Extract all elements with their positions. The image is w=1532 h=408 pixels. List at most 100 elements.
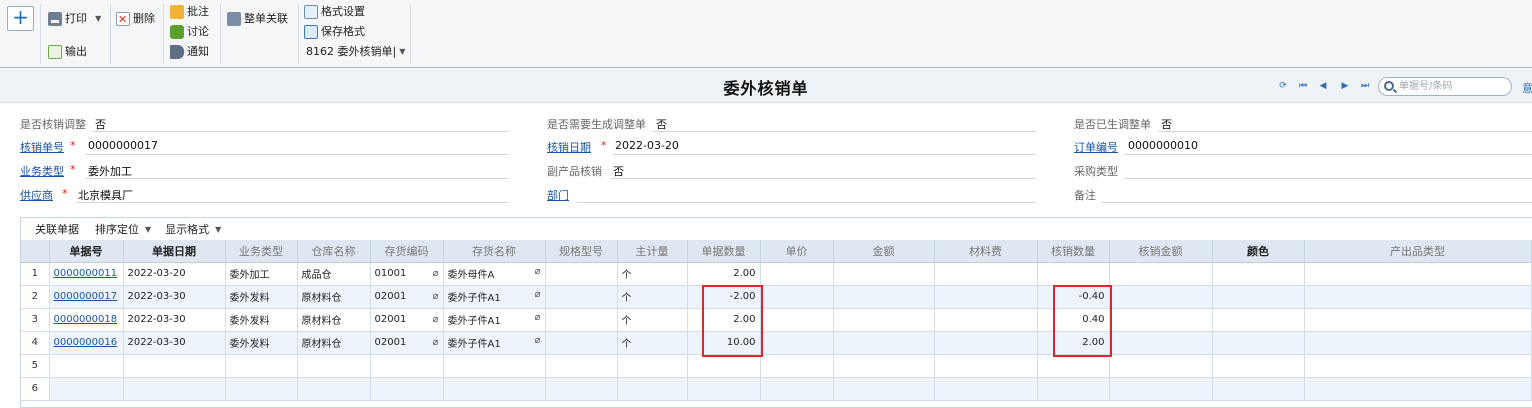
cell-code[interactable]: ⌀ 02001 [370, 285, 444, 309]
cell-wo_amount[interactable] [1109, 285, 1213, 309]
cell-wo_qty[interactable] [1037, 354, 1110, 378]
cell-name[interactable]: ⌀ 委外母件A [443, 262, 546, 286]
cell-output_type[interactable] [1304, 377, 1532, 401]
cell-output_type[interactable] [1304, 308, 1532, 332]
column-header[interactable]: 材料费 [934, 240, 1038, 263]
doc-link[interactable]: 0000000016 [54, 337, 118, 348]
cell-biz[interactable]: 委外发料 [225, 308, 298, 332]
export-button[interactable]: 输出 [48, 43, 87, 61]
cell-wo_amount[interactable] [1109, 308, 1213, 332]
field-writeoff-date[interactable]: 核销日期 * 2022-03-20 [547, 135, 1036, 155]
field-order-no[interactable]: 订单编号 0000000010 [1074, 135, 1532, 155]
cell-unit[interactable]: 个 [617, 262, 688, 286]
cell-date[interactable] [123, 377, 226, 401]
cell-biz[interactable]: 委外加工 [225, 262, 298, 286]
cell-wo_qty[interactable] [1037, 262, 1110, 286]
field-is-adjust[interactable]: 是否核销调整 否 [20, 112, 509, 132]
prev-record-icon[interactable]: ◀ [1318, 81, 1328, 91]
cell-amount[interactable] [833, 354, 935, 378]
cell-material[interactable] [934, 377, 1038, 401]
discuss-button[interactable]: 讨论 [170, 23, 209, 41]
cell-price[interactable] [760, 262, 834, 286]
cell-unit[interactable] [617, 377, 688, 401]
last-record-icon[interactable]: ⏭ [1360, 81, 1370, 91]
cell-spec[interactable] [545, 285, 618, 309]
cell-unit[interactable]: 个 [617, 308, 688, 332]
cell-date[interactable] [123, 354, 226, 378]
refresh-icon[interactable]: ⟳ [1278, 81, 1288, 91]
cell-price[interactable] [760, 377, 834, 401]
cell-price[interactable] [760, 331, 834, 355]
cell-price[interactable] [760, 354, 834, 378]
doc-link[interactable]: 0000000011 [54, 268, 118, 279]
field-department[interactable]: 部门 [547, 183, 1036, 203]
column-header[interactable]: 核销数量 [1037, 240, 1110, 263]
cell-wh[interactable] [297, 377, 371, 401]
cell-biz[interactable] [225, 377, 298, 401]
cell-biz[interactable]: 委外发料 [225, 285, 298, 309]
cell-spec[interactable] [545, 354, 618, 378]
cell-output_type[interactable] [1304, 331, 1532, 355]
cell-code[interactable]: ⌀ 01001 [370, 262, 444, 286]
cell-output_type[interactable] [1304, 354, 1532, 378]
attachment-icon[interactable]: ⌀ [432, 314, 438, 325]
field-remark[interactable]: 备注 [1074, 183, 1532, 203]
field-doc-no[interactable]: 核销单号 * 0000000017 [20, 135, 509, 155]
cell-amount[interactable] [833, 262, 935, 286]
cell-amount[interactable] [833, 308, 935, 332]
column-header[interactable]: 单据号 [49, 240, 124, 263]
cell-name[interactable] [443, 354, 546, 378]
column-header[interactable]: 单据数量 [687, 240, 761, 263]
cell-code[interactable]: ⌀ 02001 [370, 331, 444, 355]
cell-wo_qty[interactable]: 0.40 [1037, 308, 1110, 332]
cell-material[interactable] [934, 285, 1038, 309]
cell-biz[interactable]: 委外发料 [225, 331, 298, 355]
cell-color[interactable] [1212, 331, 1305, 355]
cell-spec[interactable] [545, 331, 618, 355]
table-row[interactable]: 2 0000000017 2022-03-30 委外发料 原材料仓 ⌀ 02001 ⌀ 委外子件… [21, 285, 1532, 309]
notify-button[interactable]: 通知 [170, 43, 209, 61]
add-button[interactable]: + [7, 6, 34, 31]
cell-wo_qty[interactable]: -0.40 [1037, 285, 1110, 309]
column-header[interactable]: 颜色 [1212, 240, 1305, 263]
table-row[interactable]: 5 [21, 354, 1532, 378]
cell-unit[interactable]: 个 [617, 285, 688, 309]
field-adjust-generated[interactable]: 是否已生调整单 否 [1074, 112, 1532, 132]
annotate-button[interactable]: 批注 [170, 3, 209, 21]
cell-price[interactable] [760, 285, 834, 309]
print-button[interactable]: 打印 ▼ [48, 10, 101, 28]
cell-output_type[interactable] [1304, 262, 1532, 286]
column-header[interactable]: 业务类型 [225, 240, 298, 263]
cell-date[interactable]: 2022-03-30 [123, 285, 226, 309]
template-select[interactable]: 8162 委外核销单| ▼ [306, 43, 405, 61]
cell-doc[interactable] [49, 354, 124, 378]
attachment-icon[interactable]: ⌀ [432, 291, 438, 302]
table-row[interactable]: 1 0000000011 2022-03-20 委外加工 成品仓 ⌀ 01001 ⌀ 委外母件A… [21, 262, 1532, 286]
cell-unit[interactable]: 个 [617, 331, 688, 355]
cell-wo_amount[interactable] [1109, 377, 1213, 401]
cell-price[interactable] [760, 308, 834, 332]
cell-color[interactable] [1212, 377, 1305, 401]
cell-doc[interactable] [49, 377, 124, 401]
cell-color[interactable] [1212, 285, 1305, 309]
attachment-icon[interactable]: ⌀ [534, 335, 540, 346]
cell-date[interactable]: 2022-03-30 [123, 308, 226, 332]
cell-code[interactable] [370, 377, 444, 401]
delete-button[interactable]: 删除 [116, 10, 155, 29]
field-byproduct-writeoff[interactable]: 副产品核销 否 [547, 159, 1036, 179]
cell-wh[interactable]: 原材料仓 [297, 308, 371, 332]
cell-wo_amount[interactable] [1109, 262, 1213, 286]
cell-wh[interactable] [297, 354, 371, 378]
column-header[interactable]: 存货编码 [370, 240, 444, 263]
cell-doc[interactable]: 0000000011 [49, 262, 124, 286]
cell-name[interactable]: ⌀ 委外子件A1 [443, 285, 546, 309]
cell-material[interactable] [934, 308, 1038, 332]
column-header[interactable]: 仓库名称 [297, 240, 371, 263]
table-row[interactable]: 4 0000000016 2022-03-30 委外发料 原材料仓 ⌀ 02001 ⌀ 委外子件… [21, 331, 1532, 355]
cell-wh[interactable]: 原材料仓 [297, 285, 371, 309]
cell-name[interactable] [443, 377, 546, 401]
cell-doc[interactable]: 0000000018 [49, 308, 124, 332]
cell-spec[interactable] [545, 308, 618, 332]
attachment-icon[interactable]: ⌀ [432, 337, 438, 348]
field-need-generate-adjust[interactable]: 是否需要生成调整单 否 [547, 112, 1036, 132]
